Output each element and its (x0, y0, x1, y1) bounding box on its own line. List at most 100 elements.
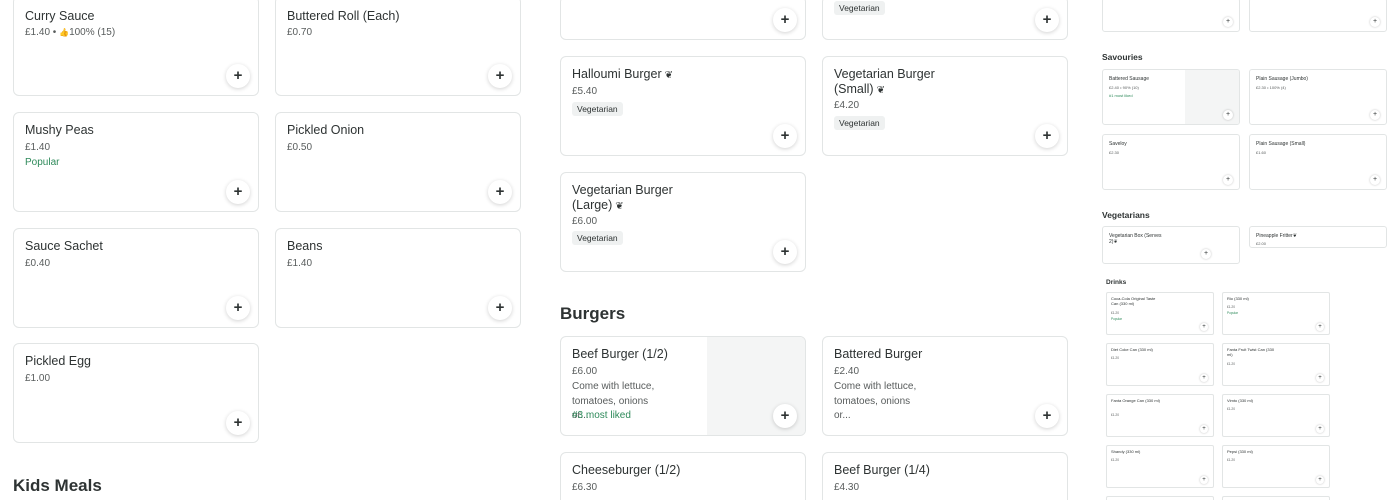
mini-item-card[interactable]: Plain Sausage (Jumbo) £2.30 • 100% (4) + (1249, 69, 1387, 125)
menu-item-card[interactable]: Beans £1.40 + (275, 228, 521, 328)
add-button[interactable]: + (1316, 323, 1324, 331)
item-name: Shandy (330 ml) (1111, 449, 1141, 454)
drink-card[interactable]: Rio (330 ml) £1.20 Popular + (1222, 292, 1330, 335)
mini-item-card[interactable]: Pineapple Fritter❦ £2.00 (1249, 226, 1387, 248)
item-name: Mushy Peas (25, 123, 94, 137)
item-name: Battered Sausage (1109, 76, 1150, 82)
add-button[interactable]: + (1370, 17, 1380, 27)
menu-item-card[interactable]: Vegetarian Burger (Small) ❦ £4.20 Vegetar… (822, 56, 1068, 156)
add-button[interactable]: + (1200, 476, 1208, 484)
add-button[interactable]: + (773, 8, 797, 32)
menu-item-card[interactable]: Buttered Roll (Each) £0.70 + (275, 0, 521, 96)
thumbs-up-icon: 👍 (59, 28, 70, 37)
add-button[interactable]: + (1370, 175, 1380, 185)
drink-card[interactable]: Pepsi (330 ml) £1.20 + (1222, 445, 1330, 488)
item-price: £6.00 (572, 366, 598, 377)
most-liked-badge: #1 most liked (1109, 93, 1133, 98)
add-button[interactable]: + (1223, 175, 1233, 185)
menu-item-card[interactable]: Pickled Onion £0.50 + (275, 112, 521, 212)
item-price: £1.20 (1227, 407, 1235, 411)
item-name: Coca-Cola Original Taste Can (330 ml) (1111, 296, 1156, 306)
drink-card[interactable] (1106, 496, 1214, 500)
add-button[interactable]: + (226, 411, 250, 435)
item-price: £0.50 (287, 142, 313, 153)
menu-item-card[interactable]: Mushy Peas £1.40 Popular + (13, 112, 259, 212)
add-button[interactable]: + (773, 404, 797, 428)
add-button[interactable]: + (1200, 425, 1208, 433)
vegetarian-tag: Vegetarian (572, 102, 623, 116)
add-button[interactable]: + (1223, 110, 1233, 120)
popular-badge: Popular (1227, 311, 1238, 315)
item-name: Sauce Sachet (25, 239, 103, 253)
item-price: £1.40 (287, 258, 313, 269)
add-button[interactable]: + (1370, 110, 1380, 120)
add-button[interactable]: + (1201, 249, 1211, 259)
mini-item-card[interactable]: Plain Sausage (Small) £1.60 + (1249, 134, 1387, 190)
item-price: £1.40 • 👍100% (15) (25, 27, 116, 38)
add-button[interactable]: + (773, 240, 797, 264)
item-price: £1.20 (1111, 458, 1119, 462)
section-title-vegetarians: Vegetarians (1102, 210, 1150, 220)
item-rating: 100% (15) (69, 27, 116, 38)
menu-item-card[interactable]: Vegetarian Burger (Large) ❦ £6.00 Vegetar… (560, 172, 806, 272)
add-button[interactable]: + (1200, 374, 1208, 382)
menu-item-card[interactable]: Halloumi Burger ❦ £5.40 Vegetarian + (560, 56, 806, 156)
menu-item-card[interactable]: Cheeseburger (1/2) £6.30 (560, 452, 806, 500)
mini-item-card[interactable]: Saveloy £2.30 + (1102, 134, 1240, 190)
add-button[interactable]: + (226, 180, 250, 204)
item-price: £1.60 (1256, 150, 1267, 155)
menu-item-card[interactable]: + (560, 0, 806, 40)
mini-item-card[interactable]: + (1102, 0, 1240, 32)
item-name: Halloumi Burger ❦ (572, 67, 674, 81)
add-button[interactable]: + (226, 64, 250, 88)
item-name: Pickled Egg (25, 354, 92, 368)
section-title-burgers: Burgers (560, 304, 626, 323)
add-button[interactable]: + (1035, 8, 1059, 32)
vegetarian-leaf-icon: ❦ (1292, 233, 1297, 239)
item-name: Plain Sausage (Jumbo) (1256, 76, 1308, 82)
item-name: Buttered Roll (Each) (287, 9, 400, 23)
drink-card[interactable]: Shandy (330 ml) £1.20 + (1106, 445, 1214, 488)
menu-item-card[interactable]: Beef Burger (1/4) £4.30 (822, 452, 1068, 500)
add-button[interactable]: + (1035, 404, 1059, 428)
item-name: Pepsi (330 ml) (1227, 449, 1253, 454)
item-name: Diet Coke Can (330 ml) (1111, 347, 1153, 352)
item-price: £1.20 (1227, 305, 1235, 309)
section-title-drinks: Drinks (1106, 279, 1127, 286)
item-name: Plain Sausage (Small) (1256, 141, 1306, 147)
menu-item-card[interactable]: Sauce Sachet £0.40 + (13, 228, 259, 328)
item-price: £1.40 (25, 142, 51, 153)
drink-card[interactable]: Diet Coke Can (330 ml) £1.20 + (1106, 343, 1214, 386)
add-button[interactable]: + (488, 296, 512, 320)
vegetarian-leaf-icon: ❦ (876, 85, 885, 96)
drink-card[interactable]: Fanta Fruit Twist Can (330 ml) £1.20 + (1222, 343, 1330, 386)
item-price: £2.30 • 100% (4) (1256, 85, 1286, 90)
add-button[interactable]: + (1035, 124, 1059, 148)
add-button[interactable]: + (488, 64, 512, 88)
mini-item-card[interactable]: Battered Sausage £2.40 • 90% (10) #1 mos… (1102, 69, 1240, 125)
menu-item-card[interactable]: Curry Sauce £1.40 • 👍100% (15) + (13, 0, 259, 96)
menu-item-card[interactable]: Battered Burger £2.40 Come with lettuce,… (822, 336, 1068, 436)
mini-item-card[interactable]: Vegetarian Box (Serves 2)❦ + (1102, 226, 1240, 264)
drink-card[interactable]: Coca-Cola Original Taste Can (330 ml) £1… (1106, 292, 1214, 335)
add-button[interactable]: + (226, 296, 250, 320)
vegetarian-tag: Vegetarian (834, 1, 885, 15)
item-name: Fanta Fruit Twist Can (330 ml) (1227, 347, 1275, 357)
item-name: Vimto (330 ml) (1227, 398, 1253, 403)
add-button[interactable]: + (1316, 476, 1324, 484)
item-price: £0.40 (25, 258, 51, 269)
drink-card[interactable]: Vimto (330 ml) £1.20 + (1222, 394, 1330, 437)
add-button[interactable]: + (1200, 323, 1208, 331)
add-button[interactable]: + (1316, 425, 1324, 433)
add-button[interactable]: + (773, 124, 797, 148)
add-button[interactable]: + (488, 180, 512, 204)
menu-item-card[interactable]: Vegetarian + (822, 0, 1068, 40)
drink-card[interactable] (1222, 496, 1330, 500)
menu-item-card[interactable]: Pickled Egg £1.00 + (13, 343, 259, 443)
mini-item-card[interactable]: + (1249, 0, 1387, 32)
menu-item-card[interactable]: Beef Burger (1/2) £6.00 Come with lettuc… (560, 336, 806, 436)
drink-card[interactable]: Fanta Orange Can (330 ml) £1.20 + (1106, 394, 1214, 437)
add-button[interactable]: + (1223, 17, 1233, 27)
item-price: £2.00 (1256, 241, 1267, 246)
add-button[interactable]: + (1316, 374, 1324, 382)
